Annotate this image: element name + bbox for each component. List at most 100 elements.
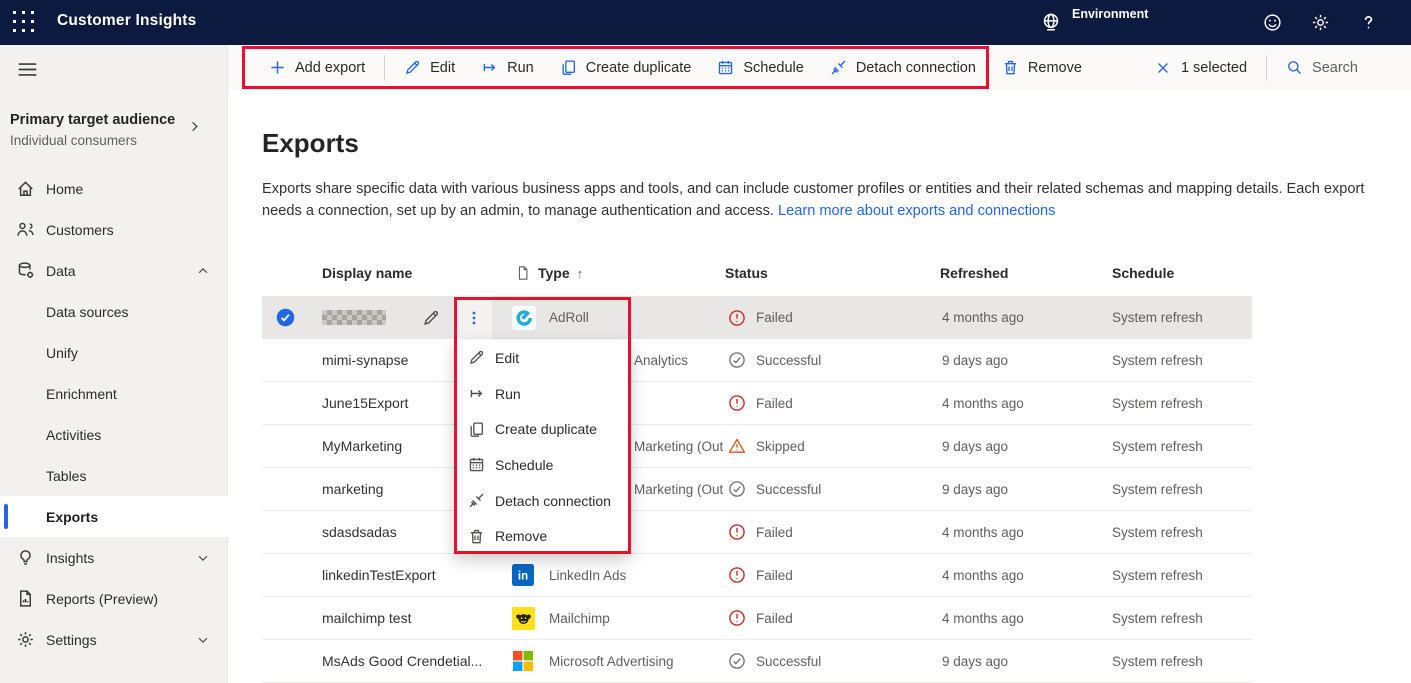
status-cell: Successful (756, 653, 822, 669)
schedule-cell: System refresh (1112, 395, 1203, 411)
audience-subtitle: Individual consumers (10, 133, 137, 148)
status-cell: Failed (756, 395, 793, 411)
column-header-refreshed[interactable]: Refreshed (940, 250, 1008, 296)
context-menu-item-edit[interactable]: Edit (455, 340, 631, 376)
table-row-marketing[interactable]: marketing Marketing (Out Successful 9 days … (262, 468, 1252, 511)
plus-icon (269, 59, 286, 76)
display-name-cell: MsAds Good Crendetial... (322, 653, 483, 669)
audience-switcher[interactable]: Primary target audience Individual consu… (0, 107, 228, 159)
table-row-msads-good-crendetial[interactable]: MsAds Good Crendetial... Microsoft Advert… (262, 640, 1252, 683)
type-cell-partial: Marketing (Out (634, 481, 724, 497)
sidebar-item-label: Customers (46, 221, 114, 238)
copy-icon (560, 59, 577, 76)
toolbar-button-run[interactable]: Run (468, 45, 547, 90)
learn-more-link[interactable]: Learn more about exports and connections (778, 203, 1055, 219)
dismiss-x-icon (1155, 59, 1172, 76)
context-menu-item-remove[interactable]: Remove (455, 518, 631, 554)
context-menu-item-label: Remove (495, 528, 548, 545)
row-more-actions-button[interactable] (455, 296, 492, 339)
toolbar-button-remove[interactable]: Remove (989, 45, 1095, 90)
row-checkbox-checked-icon[interactable] (276, 296, 295, 339)
rename-pencil-icon[interactable] (422, 296, 440, 339)
table-row-mimi-synapse[interactable]: mimi-synapse Analytics Successful 9 days ag… (262, 339, 1252, 382)
trash-icon (468, 528, 485, 545)
sidebar-item-unify[interactable]: Unify (0, 332, 228, 373)
status-cell: Skipped (756, 438, 805, 454)
context-menu-item-label: Create duplicate (495, 421, 597, 438)
sidebar-item-exports[interactable]: Exports (0, 496, 228, 537)
column-header-schedule[interactable]: Schedule (1112, 250, 1174, 296)
sidebar-item-customers[interactable]: Customers (0, 209, 228, 250)
adroll-logo-icon (512, 296, 536, 339)
clear-selection-button[interactable]: 1 selected (1142, 45, 1260, 90)
status-skipped-icon (728, 425, 746, 467)
svg-text:in: in (518, 571, 528, 583)
table-row-june15export[interactable]: June15Export Failed 4 months ago System ref… (262, 382, 1252, 425)
table-row-mailchimp-test[interactable]: mailchimp test Mailchimp Failed 4 months ag… (262, 597, 1252, 640)
context-menu-item-schedule[interactable]: Schedule (455, 447, 631, 483)
context-menu-item-label: Run (495, 385, 521, 402)
sidebar-item-label: Data sources (46, 303, 129, 320)
sidebar-item-enrichment[interactable]: Enrichment (0, 373, 228, 414)
column-header-display-name[interactable]: Display name (322, 250, 412, 296)
type-cell-partial: Analytics (634, 352, 689, 368)
table-row-linkedintestexport[interactable]: linkedinTestExport in LinkedIn Ads Failed 4 … (262, 554, 1252, 597)
settings-gear-icon[interactable] (1310, 12, 1330, 32)
table-row-selected[interactable]: AdRoll Failed 4 months ago System refresh (262, 296, 1252, 339)
search-button[interactable]: Search (1273, 45, 1371, 90)
schedule-cell: System refresh (1112, 524, 1203, 540)
toolbar-button-label: Schedule (743, 59, 804, 76)
status-failed-icon (728, 382, 746, 424)
sidebar-item-activities[interactable]: Activities (0, 414, 228, 455)
schedule-cell: System refresh (1112, 481, 1203, 497)
main-content: Exports Exports share specific data with… (228, 90, 1411, 683)
table-row-mymarketing[interactable]: MyMarketing Marketing (Out Skipped 9 days a… (262, 425, 1252, 468)
selection-count-label: 1 selected (1180, 59, 1248, 76)
status-cell: Successful (756, 352, 822, 368)
toolbar-button-create-duplicate[interactable]: Create duplicate (547, 45, 705, 90)
sidebar-item-data-sources[interactable]: Data sources (0, 291, 228, 332)
display-name-cell: June15Export (322, 395, 409, 411)
status-cell: Failed (756, 610, 793, 626)
app-launcher-icon[interactable] (13, 11, 36, 34)
table-row-sdasdsadas[interactable]: sdasdsadas Failed 4 months ago System refre… (262, 511, 1252, 554)
environment-label[interactable]: Environment (1072, 7, 1148, 21)
environment-globe-icon[interactable] (1040, 11, 1062, 33)
type-cell: AdRoll (549, 310, 589, 325)
toolbar-button-schedule[interactable]: Schedule (704, 45, 816, 90)
context-menu-item-create-duplicate[interactable]: Create duplicate (455, 411, 631, 447)
help-question-icon[interactable] (1358, 12, 1378, 32)
audience-title: Primary target audience (10, 112, 176, 128)
redacted-display-name (322, 296, 386, 339)
schedule-cell: System refresh (1112, 653, 1203, 669)
table-header: Display name Type ↑ Status Refreshed Sch… (262, 250, 1252, 296)
toolbar-button-add-export[interactable]: Add export (256, 45, 378, 90)
app-title: Customer Insights (57, 12, 197, 29)
column-header-status[interactable]: Status (725, 250, 768, 296)
hamburger-menu-icon[interactable] (15, 59, 39, 79)
sidebar-item-data[interactable]: Data (0, 250, 228, 291)
status-success-icon (728, 339, 746, 381)
sidebar-item-insights[interactable]: Insights (0, 537, 228, 578)
sidebar-item-tables[interactable]: Tables (0, 455, 228, 496)
calendar-icon (717, 59, 734, 76)
context-menu-item-detach-connection[interactable]: Detach connection (455, 483, 631, 519)
toolbar-button-edit[interactable]: Edit (391, 45, 468, 90)
row-context-menu: Edit Run Create duplicate Schedule Detach co… (455, 340, 631, 554)
sidebar-item-settings[interactable]: Settings (0, 619, 228, 660)
chevron-down-icon (196, 633, 210, 647)
display-name-cell: mailchimp test (322, 610, 412, 626)
sidebar-item-label: Insights (46, 549, 95, 566)
detach-icon (468, 492, 485, 509)
context-menu-item-run[interactable]: Run (455, 376, 631, 412)
command-bar-right-group: 1 selected Search (1142, 45, 1371, 90)
sidebar-item-label: Tables (46, 467, 87, 484)
sidebar-item-reports-preview[interactable]: Reports (Preview) (0, 578, 228, 619)
feedback-smiley-icon[interactable] (1262, 12, 1282, 32)
display-name-cell: mimi-synapse (322, 352, 409, 368)
column-header-type[interactable]: Type ↑ (515, 250, 583, 296)
display-name-cell: sdasdsadas (322, 524, 397, 540)
sidebar-item-home[interactable]: Home (0, 168, 228, 209)
toolbar-button-detach-connection[interactable]: Detach connection (817, 45, 989, 90)
database-icon (16, 261, 35, 280)
